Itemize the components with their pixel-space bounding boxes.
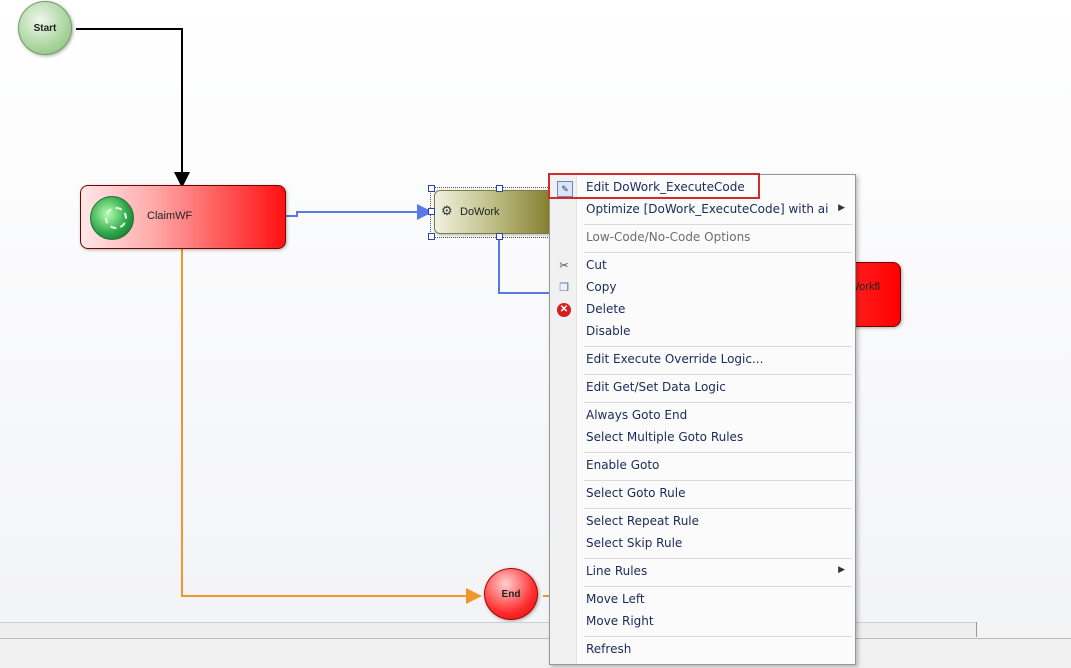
gear-icon: ⚙ — [441, 203, 453, 218]
menu-item-select-repeat-rule[interactable]: Select Repeat Rule — [551, 511, 854, 533]
claimwf-node-label: ClaimWF — [147, 210, 193, 222]
menu-item-cut[interactable]: ✂ Cut — [551, 255, 854, 277]
menu-separator — [584, 224, 852, 225]
menu-item-label: Line Rules — [586, 564, 648, 578]
resize-handle-left[interactable] — [428, 208, 435, 215]
menu-item-label: Move Right — [586, 614, 654, 628]
menu-item-label: Select Goto Rule — [586, 486, 686, 500]
menu-item-label: Select Repeat Rule — [586, 514, 700, 528]
menu-item-label: Cut — [586, 258, 607, 272]
connector-claim-dowork[interactable] — [286, 204, 433, 220]
menu-item-edit-execute-override[interactable]: Edit Execute Override Logic... — [551, 349, 854, 371]
resize-handle-bl[interactable] — [428, 233, 435, 240]
scrollbar-corner — [976, 622, 1071, 637]
menu-item-low-code-options: Low-Code/No-Code Options — [551, 227, 854, 249]
menu-item-label: Always Goto End — [586, 408, 688, 422]
menu-item-label: Enable Goto — [586, 458, 660, 472]
status-bar — [0, 638, 1071, 668]
resize-handle-tl[interactable] — [428, 185, 435, 192]
menu-item-move-left[interactable]: Move Left — [551, 589, 854, 611]
menu-separator — [584, 586, 852, 587]
resize-handle-bottom[interactable] — [496, 233, 503, 240]
menu-item-label: Refresh — [586, 642, 632, 656]
menu-item-select-multiple-goto[interactable]: Select Multiple Goto Rules — [551, 427, 854, 449]
menu-item-disable[interactable]: Disable — [551, 321, 854, 343]
workflow-node-partial[interactable]: Workfl — [849, 262, 901, 327]
menu-item-delete[interactable]: ✕ Delete — [551, 299, 854, 321]
menu-separator — [584, 452, 852, 453]
submenu-arrow-icon: ▶ — [838, 202, 845, 212]
menu-item-always-goto-end[interactable]: Always Goto End — [551, 405, 854, 427]
connector-start-claim[interactable] — [76, 28, 190, 188]
context-menu: ✎ Edit DoWork_ExecuteCode Optimize [DoWo… — [549, 174, 856, 665]
menu-item-line-rules[interactable]: Line Rules ▶ — [551, 561, 854, 583]
menu-item-label: Move Left — [586, 592, 645, 606]
menu-item-label: Delete — [586, 302, 626, 316]
menu-item-label: Disable — [586, 324, 631, 338]
menu-separator — [584, 636, 852, 637]
end-node-label: End — [501, 588, 521, 600]
menu-item-refresh[interactable]: Refresh — [551, 639, 854, 661]
menu-item-copy[interactable]: ❐ Copy — [551, 277, 854, 299]
menu-item-label: Copy — [586, 280, 617, 294]
connector-dowork-workfl[interactable] — [498, 237, 549, 294]
menu-item-label: Edit Execute Override Logic... — [586, 352, 764, 366]
submenu-arrow-icon: ▶ — [838, 564, 845, 574]
menu-separator — [584, 402, 852, 403]
globe-gear-icon — [90, 196, 134, 240]
menu-separator — [584, 374, 852, 375]
menu-item-move-right[interactable]: Move Right — [551, 611, 854, 633]
workflow-canvas[interactable] — [0, 0, 1071, 667]
menu-separator — [584, 252, 852, 253]
menu-separator — [584, 346, 852, 347]
claimwf-node[interactable]: ClaimWF — [80, 185, 286, 249]
resize-handle-top[interactable] — [496, 185, 503, 192]
delete-icon: ✕ — [557, 303, 571, 317]
menu-item-label: Select Multiple Goto Rules — [586, 430, 744, 444]
menu-item-label: Select Skip Rule — [586, 536, 683, 550]
menu-item-label: Edit Get/Set Data Logic — [586, 380, 726, 394]
menu-separator — [584, 558, 852, 559]
menu-separator — [584, 480, 852, 481]
menu-item-label: Low-Code/No-Code Options — [586, 230, 751, 244]
menu-item-label: Optimize [DoWork_ExecuteCode] with ai — [586, 202, 829, 216]
menu-item-select-skip-rule[interactable]: Select Skip Rule — [551, 533, 854, 555]
start-node[interactable]: Start — [18, 1, 72, 55]
menu-separator — [584, 508, 852, 509]
cut-icon: ✂ — [559, 260, 569, 272]
menu-item-select-goto-rule[interactable]: Select Goto Rule — [551, 483, 854, 505]
connector-claim-end[interactable] — [181, 248, 482, 604]
start-node-label: Start — [33, 22, 57, 34]
dowork-node-label: DoWork — [460, 206, 500, 218]
end-node[interactable]: End — [484, 568, 538, 620]
highlight-box — [548, 173, 760, 199]
copy-icon: ❐ — [559, 282, 569, 294]
menu-item-optimize-ai[interactable]: Optimize [DoWork_ExecuteCode] with ai ▶ — [551, 199, 854, 221]
menu-item-edit-get-set-data[interactable]: Edit Get/Set Data Logic — [551, 377, 854, 399]
menu-item-enable-goto[interactable]: Enable Goto — [551, 455, 854, 477]
